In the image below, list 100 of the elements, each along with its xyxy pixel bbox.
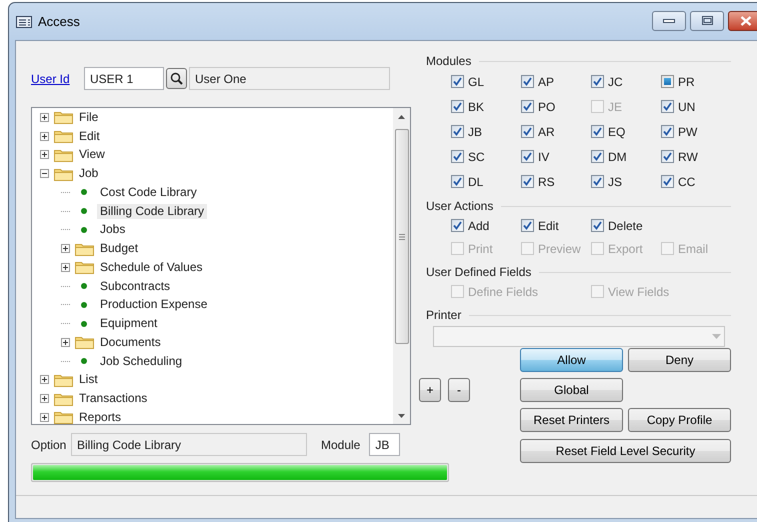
tree-item[interactable]: Equipment	[97, 316, 160, 332]
scroll-up-icon[interactable]	[398, 114, 405, 118]
expand-icon[interactable]	[40, 375, 49, 384]
minimize-icon	[663, 18, 675, 22]
checkbox-label: AR	[538, 124, 555, 138]
add-button[interactable]: +	[419, 378, 441, 402]
search-button[interactable]	[166, 68, 187, 89]
module-field: JB	[369, 433, 400, 456]
tree-item[interactable]: Subcontracts	[97, 278, 174, 294]
expand-icon[interactable]	[40, 150, 49, 160]
checkbox[interactable]	[591, 125, 604, 138]
folder-icon	[54, 110, 73, 124]
checkbox-label: GL	[468, 74, 484, 88]
tree-item[interactable]: List	[76, 372, 101, 388]
checkbox[interactable]	[661, 75, 674, 88]
checkbox[interactable]	[521, 125, 534, 138]
checkbox-label: RW	[678, 150, 698, 164]
reset-printers-button[interactable]: Reset Printers	[520, 408, 623, 432]
user-id-field[interactable]: USER 1	[84, 67, 164, 90]
user-name-field: User One	[189, 67, 390, 90]
folder-icon	[54, 372, 73, 387]
folder-icon	[54, 148, 73, 162]
expand-icon[interactable]	[61, 262, 70, 272]
tree-item[interactable]: Schedule of Values	[97, 260, 206, 275]
checkbox-label: BK	[468, 100, 484, 114]
tree-item[interactable]: Job Scheduling	[97, 354, 186, 369]
tree-item[interactable]: Cost Code Library	[97, 184, 200, 200]
remove-button[interactable]: -	[448, 378, 470, 402]
expand-icon[interactable]	[61, 244, 70, 254]
tree-item[interactable]: Edit	[76, 128, 103, 144]
checkbox[interactable]	[591, 219, 604, 232]
tree-item[interactable]: Job	[76, 166, 102, 182]
reset-field-level-security-button[interactable]: Reset Field Level Security	[520, 439, 731, 463]
allow-button[interactable]: Allow	[520, 348, 623, 372]
checkbox[interactable]	[661, 150, 674, 163]
tree-item[interactable]: Production Expense	[97, 297, 210, 312]
checkbox-label: Email	[678, 242, 708, 256]
checkbox[interactable]	[661, 175, 674, 188]
expand-icon[interactable]	[40, 132, 49, 141]
expand-icon[interactable]	[40, 412, 49, 422]
maximize-icon	[702, 16, 712, 25]
copy-profile-button[interactable]: Copy Profile	[628, 408, 731, 432]
checkbox[interactable]	[451, 75, 464, 88]
checkbox[interactable]	[591, 175, 604, 188]
checkbox-label: CC	[678, 174, 696, 188]
window-icon	[16, 16, 32, 28]
tree-item[interactable]: Billing Code Library	[97, 204, 208, 219]
checkbox-label: Export	[608, 242, 643, 256]
checkbox[interactable]	[521, 175, 534, 188]
folder-icon	[54, 129, 73, 144]
checkbox-label: Define Fields	[468, 284, 538, 298]
checkbox-label: Add	[468, 218, 490, 232]
checkbox[interactable]	[521, 150, 534, 163]
collapse-icon[interactable]	[40, 169, 49, 178]
expand-icon[interactable]	[40, 394, 49, 404]
user-id-link[interactable]: User Id	[31, 72, 84, 86]
tree-item[interactable]: Budget	[97, 241, 142, 256]
tree-item[interactable]: File	[76, 110, 102, 125]
scroll-down-icon[interactable]	[398, 414, 405, 418]
tree-item[interactable]: Jobs	[97, 222, 128, 238]
checkbox-label: Delete	[608, 218, 643, 232]
expand-icon[interactable]	[40, 112, 49, 122]
checkbox[interactable]	[521, 75, 534, 88]
checkbox[interactable]	[451, 150, 464, 163]
scrollbar[interactable]	[393, 108, 410, 424]
minimize-button[interactable]	[652, 10, 686, 30]
checkbox-label: Print	[468, 242, 493, 256]
checkbox[interactable]	[451, 219, 464, 232]
checkbox-label: View Fields	[608, 284, 670, 298]
checkbox-label: DM	[608, 150, 627, 164]
checkbox-label: JE	[608, 100, 622, 114]
checkbox[interactable]	[661, 100, 674, 113]
checkbox-label: Edit	[538, 218, 559, 232]
folder-icon	[75, 242, 94, 256]
tree-item[interactable]: Documents	[97, 334, 164, 350]
option-field: Billing Code Library	[71, 433, 307, 456]
deny-button[interactable]: Deny	[628, 348, 731, 372]
global-button[interactable]: Global	[520, 378, 623, 402]
tree-item[interactable]: Transactions	[76, 391, 150, 406]
tree-item[interactable]: View	[76, 147, 108, 162]
checkbox[interactable]	[451, 100, 464, 113]
checkbox[interactable]	[451, 125, 464, 138]
checkbox[interactable]	[521, 100, 534, 113]
close-button[interactable]	[728, 10, 757, 30]
checkbox[interactable]	[521, 219, 534, 232]
close-icon	[740, 16, 752, 26]
checkbox[interactable]	[661, 125, 674, 138]
checkbox-label: EQ	[608, 124, 626, 138]
checkbox[interactable]	[451, 175, 464, 188]
checkbox-label: PR	[678, 74, 695, 88]
folder-icon	[54, 166, 73, 181]
checkbox-label: JS	[608, 174, 622, 188]
maximize-button[interactable]	[690, 10, 724, 30]
folder-icon	[54, 392, 73, 406]
expand-icon[interactable]	[61, 338, 70, 347]
section-title: Printer	[426, 308, 462, 322]
checkbox[interactable]	[591, 75, 604, 88]
checkbox-label: AP	[538, 74, 554, 88]
checkbox[interactable]	[591, 150, 604, 163]
tree-item[interactable]: Reports	[76, 410, 124, 424]
